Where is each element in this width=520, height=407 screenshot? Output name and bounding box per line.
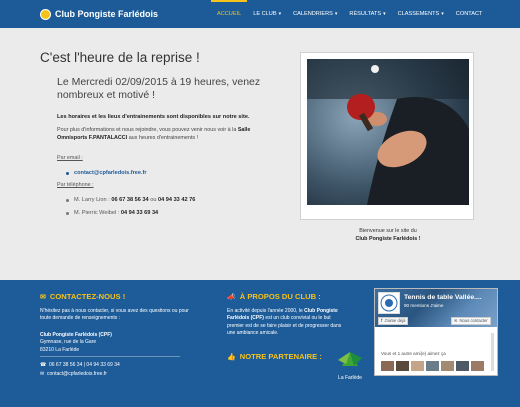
table-tennis-photo [307, 59, 469, 205]
facebook-page-widget[interactable]: Tennis de table Vallée.... 90 mentions J… [374, 288, 498, 376]
facebook-page-avatar[interactable] [378, 292, 400, 314]
nav-item-calendriers[interactable]: CALENDRIERS ▾ [287, 0, 343, 28]
friend-avatar[interactable] [381, 361, 394, 371]
navbar: Club Pongiste Farlédois ACCUEIL LE CLUB ▾… [0, 0, 520, 28]
bullhorn-icon: 📣 [227, 293, 236, 301]
main-nav: ACCUEIL LE CLUB ▾ CALENDRIERS ▾ RÉSULTATS ▾… [211, 0, 488, 28]
phone-icon: ☎ [40, 362, 46, 368]
facebook-contact-button[interactable]: ✉ Nous contacter [451, 317, 491, 325]
facebook-friend-thumbnails [381, 361, 484, 371]
envelope-icon: ✉ [40, 293, 46, 301]
club-logo-icon [40, 8, 51, 20]
photo-caption: Bienvenue sur le site du Club Pongiste F… [355, 228, 421, 242]
friend-avatar[interactable] [471, 361, 484, 371]
bullet-icon [66, 171, 69, 175]
envelope-icon: ✉ [40, 371, 45, 377]
partner-name: La Farlède [338, 375, 362, 381]
friend-avatar[interactable] [426, 361, 439, 371]
brand-name: Club Pongiste Farlédois [55, 9, 159, 19]
contact-line: M. Larry Lion : 06 67 38 56 34 ou 04 94 … [66, 197, 195, 203]
brand-link[interactable]: Club Pongiste Farlédois [40, 7, 158, 21]
nav-item-classements[interactable]: CLASSEMENTS ▾ [392, 0, 450, 28]
email-label: Par email : [57, 155, 83, 161]
contact-section-title: ✉ CONTACTEZ-NOUS ! [40, 292, 126, 301]
bullet-icon [66, 198, 69, 202]
nav-item-accueil[interactable]: ACCUEIL [211, 0, 248, 28]
friend-avatar[interactable] [411, 361, 424, 371]
divider [40, 356, 180, 357]
main-content: C'est l'heure de la reprise ! Le Mercred… [0, 28, 520, 280]
page-title: C'est l'heure de la reprise ! [40, 50, 200, 65]
caret-down-icon: ▾ [278, 11, 282, 17]
facebook-likes-count: 90 mentions J'aime [404, 303, 444, 308]
highlight-text: Les horaires et les lieux d'entrainement… [57, 114, 250, 120]
photo-card: Bienvenue sur le site du Club Pongiste F… [300, 52, 474, 242]
nav-item-le-club[interactable]: LE CLUB ▾ [247, 0, 287, 28]
envelope-icon: ✉ [454, 318, 458, 323]
partner-logo[interactable]: La Farlède [334, 348, 366, 381]
thumbs-up-icon: 👍 [227, 353, 236, 361]
facebook-page-name[interactable]: Tennis de table Vallée.... [404, 294, 482, 301]
about-section-title: 📣 À PROPOS DU CLUB : [227, 292, 321, 301]
nav-item-resultats[interactable]: RÉSULTATS ▾ [343, 0, 391, 28]
partner-section-title: 👍 NOTRE PARTENAIRE : [227, 352, 322, 361]
contact-intro: N'hésitez pas à nous contacter, si vous … [40, 308, 189, 322]
footer-phones: ☎ 06 67 38 56 34 | 04 94 33 69 34 [40, 362, 120, 368]
club-emblem-icon [380, 294, 398, 312]
caret-down-icon: ▾ [441, 11, 444, 17]
friend-avatar[interactable] [456, 361, 469, 371]
friend-avatar[interactable] [396, 361, 409, 371]
bullet-icon [66, 211, 69, 215]
page-subtitle: Le Mercredi 02/09/2015 à 19 heures, vene… [57, 76, 261, 101]
phone-label: Par téléphone : [57, 182, 94, 188]
footer-email-link[interactable]: ✉ contact@cpfarledois.free.fr [40, 371, 107, 377]
club-address: Club Pongiste Farlédois (CPF) Gymnase, r… [40, 332, 112, 353]
facebook-like-button[interactable]: f J'aime déjà [378, 317, 409, 325]
facebook-icon: f [381, 318, 383, 323]
contact-line: M. Pierric Weibel : 04 94 33 69 34 [66, 210, 158, 216]
info-paragraph: Pour plus d'informations et nous rejoind… [57, 127, 251, 141]
facebook-friends-text: Vous et 1 autre ami(e) aimez ça [381, 351, 446, 356]
nav-item-contact[interactable]: CONTACT [450, 0, 489, 28]
friend-avatar[interactable] [441, 361, 454, 371]
caret-down-icon: ▾ [334, 11, 338, 17]
partner-emblem-icon [338, 352, 362, 366]
about-text: En activité depuis l'année 2000, le Club… [227, 308, 342, 337]
email-link[interactable]: contact@cpfarledois.free.fr [66, 170, 147, 176]
caret-down-icon: ▾ [383, 11, 386, 17]
scrollbar[interactable] [491, 333, 494, 371]
